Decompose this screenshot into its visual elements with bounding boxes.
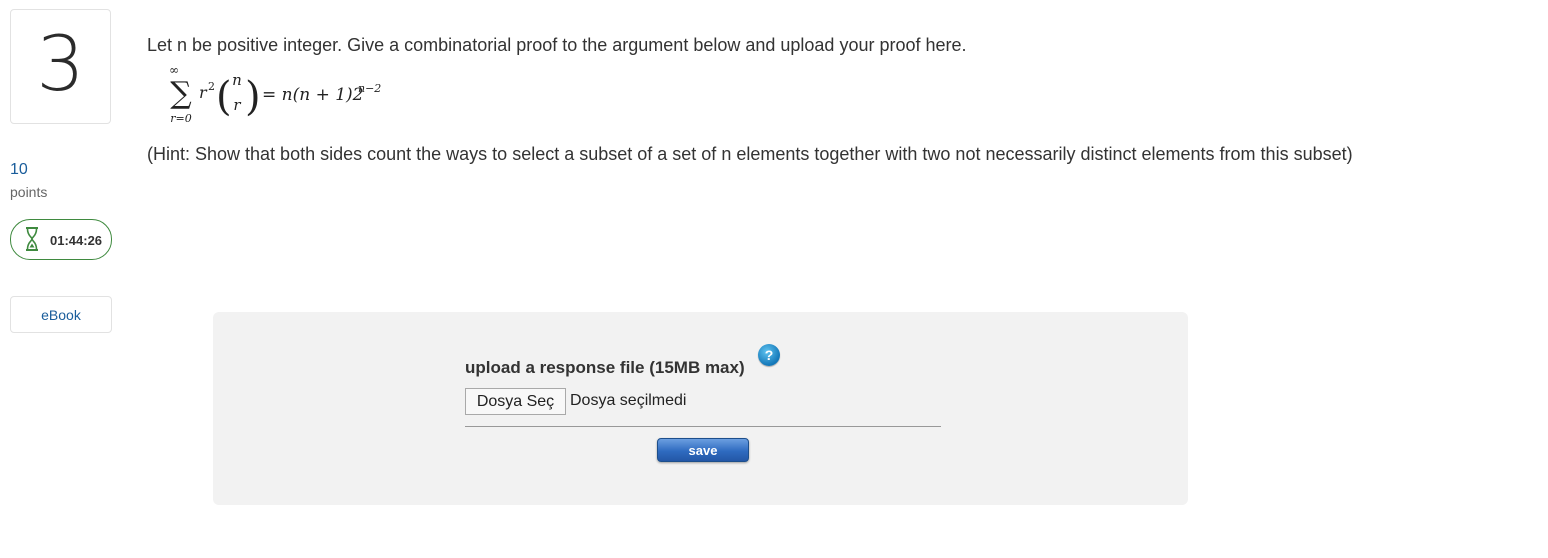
binom-bottom: r [233,96,241,114]
question-number-box: 3 [10,9,111,124]
points-value: 10 [10,161,28,178]
sigma-symbol: ∑ [170,76,192,111]
binom-top: n [232,71,242,89]
rhs-exponent: n−2 [358,82,381,95]
left-paren: ( [216,74,232,120]
points-label: points [10,184,48,200]
divider [465,426,941,427]
formula: ∞ ∑ r=0 r 2 ( n r ) = n(n + 1)2 n−2 [169,63,381,125]
sum-lower-limit: r=0 [170,112,191,125]
choose-file-button[interactable]: Dosya Seç [465,388,566,415]
ebook-button[interactable]: eBook [10,296,112,333]
save-button[interactable]: save [657,438,749,462]
right-paren: ) [245,74,261,120]
question-prompt: Let n be positive integer. Give a combin… [147,35,967,55]
hint-text: (Hint: Show that both sides count the wa… [147,144,1353,164]
hourglass-icon [26,227,38,251]
file-status-text: Dosya seçilmedi [570,392,687,409]
term-exponent: 2 [208,80,215,93]
upload-panel: upload a response file (15MB max) ? Dosy… [213,312,1188,505]
question-page: 3 10 points 01:44:26 eBook Let n be posi… [0,0,1548,558]
timer-badge: 01:44:26 [10,219,112,260]
term-base: r [199,83,208,102]
sum-upper-limit: ∞ [169,63,179,77]
help-icon[interactable]: ? [758,344,780,366]
question-number: 3 [36,18,85,108]
formula-rhs: = n(n + 1)2 [262,85,364,105]
upload-label: upload a response file (15MB max) [465,358,745,377]
timer-text: 01:44:26 [50,233,103,248]
